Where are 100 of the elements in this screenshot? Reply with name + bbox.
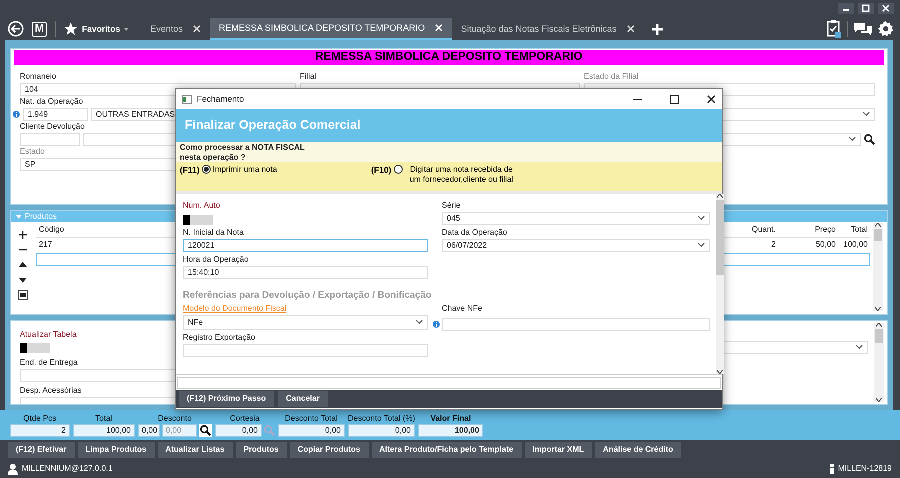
chat-icon[interactable] — [854, 22, 872, 36]
total-label: Desconto Total (%) — [348, 414, 416, 424]
action-button[interactable]: Atualizar Listas — [158, 442, 233, 458]
chevron-down-icon[interactable] — [863, 112, 870, 117]
select-field[interactable]: 045 — [442, 212, 710, 225]
scrollbar[interactable] — [874, 323, 884, 402]
field-label: Num. Auto — [183, 200, 220, 212]
scrollbar-thumb[interactable] — [716, 200, 724, 275]
total-label: Total — [94, 414, 114, 424]
table-cell: 217 — [39, 240, 52, 249]
minimize-icon[interactable] — [838, 3, 854, 14]
add-row-icon — [18, 230, 28, 240]
dialog-heading: Finalizar Operação Comercial — [176, 109, 722, 142]
close-icon[interactable] — [878, 3, 894, 14]
field-label: Estado da Filial — [584, 71, 639, 83]
field-label: N. Inicial da Nota — [183, 227, 244, 239]
scrollbar[interactable] — [873, 223, 883, 311]
dialog-title: Fechamento — [197, 94, 244, 104]
favorites-menu[interactable]: Favoritos — [64, 22, 130, 36]
select-field[interactable]: 06/07/2022 — [442, 239, 710, 252]
scrollbar[interactable] — [716, 194, 724, 374]
move-up-icon — [18, 260, 28, 270]
table-cell: 100,00 — [844, 240, 868, 249]
caret-icon — [124, 28, 130, 30]
add-tab-icon[interactable] — [652, 24, 663, 34]
field-label: Chave NFe — [442, 303, 482, 315]
action-button[interactable]: (F12) Efetivar — [8, 442, 75, 458]
chevron-down-icon[interactable] — [849, 137, 856, 142]
total-label: Qtde Pcs — [22, 414, 58, 424]
text-field[interactable] — [442, 318, 710, 331]
scroll-up-icon[interactable] — [875, 223, 881, 227]
scroll-up-icon[interactable] — [717, 194, 723, 198]
table-cell: 50,00 — [816, 240, 836, 249]
scrollbar-thumb[interactable] — [875, 329, 883, 343]
chevron-down-icon[interactable] — [416, 320, 423, 325]
row-detail-button[interactable] — [16, 289, 30, 301]
field-label: Série — [442, 200, 461, 212]
scroll-down-icon[interactable] — [875, 307, 881, 311]
action-button[interactable]: Produtos — [236, 442, 287, 458]
total-label: Desconto — [157, 414, 193, 424]
maximize-icon[interactable] — [858, 3, 874, 14]
user-status: MILLENNIUM@127.0.0.1 — [22, 464, 113, 474]
text-field[interactable]: 1.949 — [23, 108, 88, 121]
dialog-button[interactable]: Cancelar — [278, 391, 328, 407]
text-field[interactable]: 120021 — [183, 239, 428, 252]
field-label: Registro Exportação — [183, 332, 256, 344]
row-detail-icon — [18, 290, 28, 300]
radio-option[interactable]: (F10) Digitar uma nota recebida de um fornecedor,cliente ou filial — [371, 165, 519, 188]
action-button[interactable]: Altera Produto/Ficha pelo Template — [372, 442, 522, 458]
field-label: Filial — [300, 71, 316, 83]
text-field[interactable] — [177, 377, 721, 389]
select-field[interactable]: NFe — [183, 315, 428, 330]
total-field[interactable]: 0,00 — [215, 424, 262, 437]
section-title: Produtos — [25, 211, 58, 222]
total-field[interactable]: 0,00 — [278, 424, 345, 437]
text-field[interactable]: 15:40:10 — [183, 266, 428, 279]
close-icon[interactable] — [707, 94, 716, 104]
action-button[interactable]: Copiar Produtos — [290, 442, 368, 458]
scroll-up-icon[interactable] — [876, 323, 882, 327]
info-icon — [830, 464, 834, 474]
scroll-down-icon[interactable] — [876, 398, 882, 402]
tab[interactable]: Eventos — [141, 18, 210, 40]
column-header[interactable]: Preço — [776, 223, 836, 237]
dialog-button[interactable]: (F12) Próximo Passo — [179, 391, 274, 407]
field-label: Data da Operação — [442, 227, 508, 239]
total-field[interactable]: 0,00 — [348, 424, 415, 437]
user-icon — [8, 464, 18, 474]
text-field[interactable] — [20, 133, 80, 146]
chevron-down-icon[interactable] — [698, 243, 705, 248]
field-label: Desp. Acessórias — [20, 385, 82, 397]
tab[interactable]: REMESSA SIMBOLICA DEPOSITO TEMPORARIO — [210, 18, 452, 40]
clipboard-icon[interactable] — [827, 20, 841, 38]
tab[interactable]: Situação das Notas Fiscais Eletrônicas — [452, 18, 644, 40]
version-status: MILLEN-12819 — [838, 464, 892, 474]
column-header[interactable]: Total — [836, 223, 870, 237]
section-heading: Referências para Devolução / Exportação / Bonificação — [183, 289, 433, 303]
logo[interactable]: M — [32, 22, 48, 36]
toggle-switch[interactable] — [20, 342, 50, 352]
total-field[interactable]: 0,00 — [138, 424, 160, 437]
action-button[interactable]: Importar XML — [524, 442, 592, 458]
scrollbar-thumb[interactable] — [874, 229, 882, 241]
action-button[interactable]: Análise de Crédito — [595, 442, 682, 458]
total-field: 100,00 — [418, 424, 484, 437]
add-row-button[interactable] — [16, 229, 30, 241]
toggle-switch[interactable] — [183, 215, 213, 225]
settings-icon[interactable] — [878, 21, 894, 37]
text-field[interactable] — [183, 344, 428, 357]
info-icon — [433, 321, 440, 328]
total-field[interactable]: 100,00 — [73, 424, 135, 437]
action-button[interactable]: Limpa Produtos — [78, 442, 155, 458]
search-icon[interactable] — [864, 134, 875, 145]
maximize-icon[interactable] — [670, 94, 679, 104]
field-label: Nat. da Operação — [20, 96, 84, 108]
chevron-down-icon[interactable] — [698, 216, 705, 221]
scroll-down-icon[interactable] — [717, 370, 723, 374]
field-label: Hora da Operação — [183, 254, 249, 266]
total-field[interactable]: 2 — [10, 424, 70, 437]
chevron-down-icon[interactable] — [856, 345, 863, 350]
field-label: Estado — [20, 146, 45, 158]
page-title: REMESSA SIMBOLICA DEPOSITO TEMPORARIO — [14, 50, 884, 65]
